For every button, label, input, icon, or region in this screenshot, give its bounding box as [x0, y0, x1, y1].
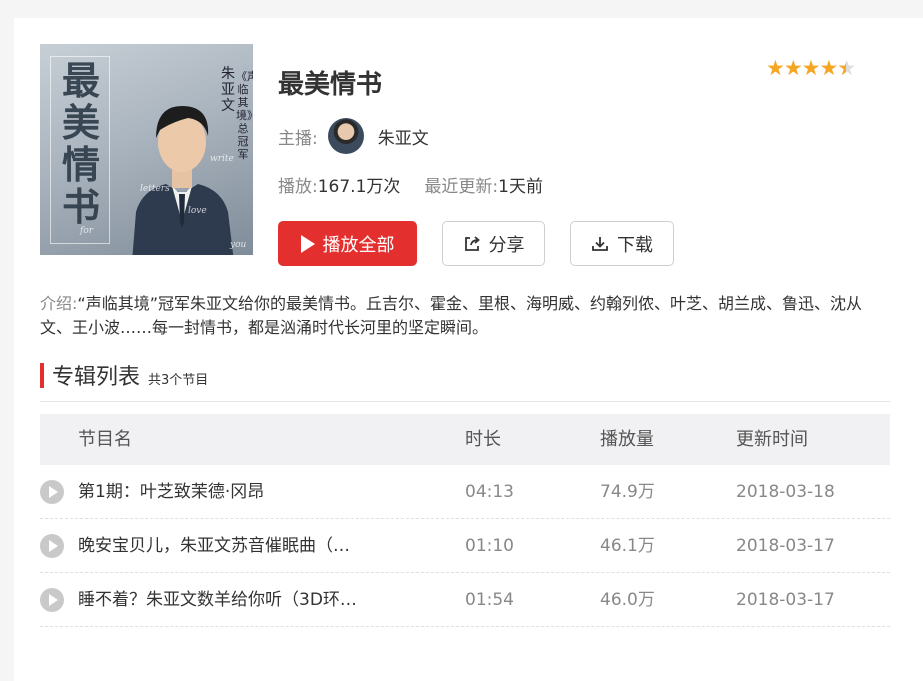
share-button[interactable]: 分享 — [442, 221, 545, 266]
cover-deco-word: you — [230, 240, 247, 250]
play-all-button[interactable]: 播放全部 — [278, 221, 417, 266]
episode-duration: 01:10 — [465, 536, 514, 556]
cover-deco-word: for — [80, 226, 94, 236]
cover-deco-word: love — [188, 206, 207, 216]
play-circle-icon[interactable] — [40, 534, 64, 558]
album-card: 最美情书 朱亚文 《声临其境》总冠军 letters write love fo… — [14, 18, 923, 681]
host-label: 主播: — [278, 128, 318, 149]
header-name: 节目名 — [78, 429, 132, 450]
cover-title: 最美情书 — [61, 58, 100, 229]
play-circle-icon[interactable] — [40, 480, 64, 504]
episode-title[interactable]: 睡不着？朱亚文数羊给你听（3D环… — [78, 573, 378, 627]
section-title: 专辑列表 — [52, 365, 141, 390]
updated-label: 最近更新: — [424, 177, 499, 197]
episode-updated: 2018-03-18 — [736, 482, 835, 502]
play-icon — [300, 234, 315, 253]
header-updated: 更新时间 — [736, 429, 808, 450]
album-cover[interactable]: 最美情书 朱亚文 《声临其境》总冠军 letters write love fo… — [40, 44, 253, 255]
header-duration: 时长 — [465, 429, 501, 450]
episode-count: 共3个节目 — [148, 372, 209, 388]
episode-updated: 2018-03-17 — [736, 536, 835, 556]
episode-title[interactable]: 第1期：叶芝致茉德·冈昂 — [78, 465, 378, 519]
download-button[interactable]: 下载 — [570, 221, 674, 266]
play-circle-icon[interactable] — [40, 588, 64, 612]
album-intro: 介绍:“声临其境”冠军朱亚文给你的最美情书。丘吉尔、霍金、里根、海明威、约翰列侬… — [40, 292, 890, 340]
share-icon — [464, 235, 480, 251]
header-plays: 播放量 — [600, 429, 654, 450]
star-icon: ★ — [766, 56, 785, 80]
plays-label: 播放: — [278, 177, 318, 197]
episode-title[interactable]: 晚安宝贝儿，朱亚文苏音催眠曲（… — [78, 519, 378, 573]
section-header: 专辑列表 共3个节目 — [40, 359, 208, 391]
table-row[interactable]: 睡不着？朱亚文数羊给你听（3D环… 01:54 46.0万 2018-03-17 — [40, 573, 890, 627]
star-icon: ★ — [801, 56, 821, 80]
play-all-label: 播放全部 — [322, 234, 395, 256]
album-stats: 播放: 167.1万次 最近更新: 1天前 — [278, 172, 567, 197]
episode-plays: 46.1万 — [600, 536, 655, 556]
episode-plays: 74.9万 — [600, 482, 655, 502]
table-row[interactable]: 晚安宝贝儿，朱亚文苏音催眠曲（… 01:10 46.1万 2018-03-17 — [40, 519, 890, 573]
section-accent-bar — [40, 362, 44, 388]
table-row[interactable]: 第1期：叶芝致茉德·冈昂 04:13 74.9万 2018-03-18 — [40, 465, 890, 519]
intro-text: “声临其境”冠军朱亚文给你的最美情书。丘吉尔、霍金、里根、海明威、约翰列侬、叶芝… — [40, 294, 862, 337]
download-label: 下载 — [617, 234, 653, 256]
download-icon — [592, 236, 608, 251]
star-icon: ★ — [819, 56, 838, 80]
host-avatar[interactable] — [327, 118, 364, 154]
host-name[interactable]: 朱亚文 — [378, 124, 429, 149]
star-icon: ★ — [783, 56, 803, 80]
album-title: 最美情书 — [278, 70, 383, 100]
intro-label: 介绍: — [40, 294, 78, 313]
cover-deco-word: write — [210, 154, 234, 164]
updated-value: 1天前 — [498, 177, 543, 197]
host-row: 主播: 朱亚文 — [278, 118, 429, 154]
table-header: 节目名 时长 播放量 更新时间 — [40, 414, 890, 465]
episode-duration: 01:54 — [465, 590, 514, 610]
episode-updated: 2018-03-17 — [736, 590, 835, 610]
cover-deco-word: letters — [140, 184, 170, 194]
episode-plays: 46.0万 — [600, 590, 655, 610]
section-divider — [40, 401, 890, 402]
plays-value: 167.1万次 — [317, 177, 401, 197]
half-star-icon: ★★ — [837, 56, 856, 80]
share-label: 分享 — [488, 234, 525, 256]
rating-stars: ★★★★★★ — [766, 56, 856, 80]
episode-duration: 04:13 — [465, 482, 514, 502]
